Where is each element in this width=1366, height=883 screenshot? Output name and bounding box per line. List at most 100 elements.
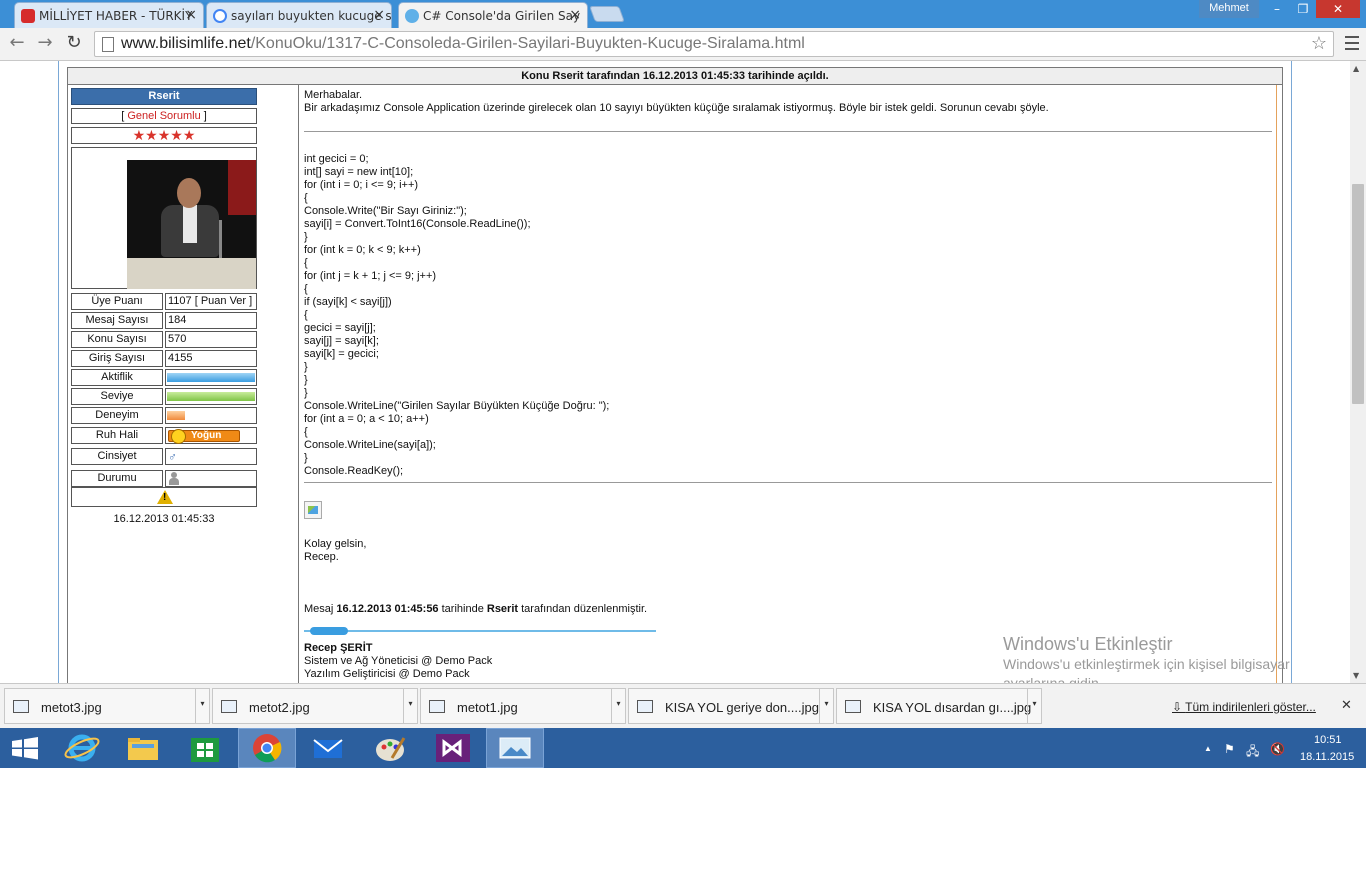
file-explorer-taskbar[interactable] xyxy=(114,728,172,768)
code-line: { xyxy=(304,192,308,204)
download-dropdown-icon[interactable]: ▾ xyxy=(819,689,833,723)
post-date: 16.12.2013 01:45:33 xyxy=(113,513,215,525)
clock-time[interactable]: 10:51 xyxy=(1314,734,1342,746)
code-line: { xyxy=(304,257,308,269)
broken-image-icon xyxy=(304,501,322,519)
store-icon xyxy=(191,738,219,762)
back-icon[interactable]: ← xyxy=(6,32,28,54)
visual-studio-icon xyxy=(436,734,470,762)
download-arrow-icon: ⇩ xyxy=(1172,700,1186,714)
close-shelf-icon[interactable]: ✕ xyxy=(1341,698,1352,713)
report-warning-button[interactable]: ! xyxy=(71,487,257,507)
tab-milliyet[interactable]: MİLLİYET HABER - TÜRKİY × xyxy=(14,2,204,28)
code-line: int[] sayi = new int[10]; xyxy=(304,166,414,178)
offline-user-icon xyxy=(169,472,179,485)
chrome-icon xyxy=(253,734,282,763)
stat-value: 184 xyxy=(165,312,257,329)
volume-muted-icon[interactable]: 🔇 xyxy=(1270,742,1285,756)
male-icon: ♂ xyxy=(168,450,177,464)
visual-studio-taskbar[interactable] xyxy=(424,728,482,768)
warning-mark: ! xyxy=(163,492,167,503)
network-icon[interactable]: 🖧 xyxy=(1246,742,1259,763)
role-text: Genel Sorumlu xyxy=(127,110,201,122)
stat-row-gender: Cinsiyet ♂ xyxy=(71,448,257,465)
stat-label: Cinsiyet xyxy=(71,448,163,465)
download-dropdown-icon[interactable]: ▾ xyxy=(611,689,625,723)
download-item[interactable]: metot2.jpg ▾ xyxy=(212,688,418,724)
download-item[interactable]: metot1.jpg ▾ xyxy=(420,688,626,724)
avatar[interactable] xyxy=(127,160,256,289)
scrollbar-thumb[interactable] xyxy=(1352,184,1364,404)
stat-row-activity: Aktiflik xyxy=(71,369,257,386)
code-line: Console.ReadKey(); xyxy=(304,465,404,477)
new-tab-button[interactable] xyxy=(589,6,625,22)
code-line: { xyxy=(304,283,308,295)
code-line: for (int i = 0; i <= 9; i++) xyxy=(304,179,419,191)
level-bar xyxy=(165,388,257,405)
folder-icon xyxy=(128,738,158,760)
download-filename: metot2.jpg xyxy=(249,700,310,715)
stat-row-experience: Deneyim xyxy=(71,407,257,424)
forward-icon[interactable]: → xyxy=(34,32,56,54)
url-path: /KonuOku/1317-C-Consoleda-Girilen-Sayila… xyxy=(250,35,805,52)
start-button[interactable] xyxy=(0,728,58,768)
code-line: } xyxy=(304,361,308,373)
signature-short: Recep. xyxy=(304,551,339,563)
rank-stars-icon: ★★★★★ xyxy=(71,127,257,144)
close-window-button[interactable]: ✕ xyxy=(1316,0,1360,18)
chrome-taskbar[interactable] xyxy=(238,728,296,768)
content-border xyxy=(1276,85,1277,683)
tab-close-icon[interactable]: × xyxy=(373,7,385,23)
watermark-line: Windows'u etkinleştirmek için kişisel bi… xyxy=(1003,656,1290,672)
download-item[interactable]: KISA YOL geriye don....jpg ▾ xyxy=(628,688,834,724)
download-dropdown-icon[interactable]: ▾ xyxy=(195,689,209,723)
download-filename: metot3.jpg xyxy=(41,700,102,715)
stat-label: Mesaj Sayısı xyxy=(71,312,163,329)
download-item[interactable]: KISA YOL dısardan gı....jpg ▾ xyxy=(836,688,1042,724)
code-line: for (int a = 0; a < 10; a++) xyxy=(304,413,429,425)
show-hidden-icons-icon[interactable]: ▲ xyxy=(1204,744,1212,753)
store-taskbar[interactable] xyxy=(176,728,234,768)
tab-close-icon[interactable]: × xyxy=(185,7,197,23)
experience-bar xyxy=(165,407,257,424)
mood-value: Yoğun xyxy=(165,427,257,444)
show-all-downloads-link[interactable]: ⇩ Tüm indirilenleri göster... xyxy=(1172,700,1316,714)
maximize-button[interactable]: ❐ xyxy=(1290,0,1316,18)
image-file-icon xyxy=(429,700,445,713)
code-line: int gecici = 0; xyxy=(304,153,369,165)
show-all-text: Tüm indirilenleri göster... xyxy=(1185,700,1316,714)
reload-icon[interactable]: ↻ xyxy=(63,32,85,54)
action-center-flag-icon[interactable]: ⚑ xyxy=(1224,742,1235,756)
profile-button[interactable]: Mehmet xyxy=(1199,0,1259,18)
tab-close-icon[interactable]: × xyxy=(569,7,581,23)
page-scrollbar[interactable]: ▲ ▼ xyxy=(1350,61,1366,683)
address-bar[interactable]: www.bilisimlife.net/KonuOku/1317-C-Conso… xyxy=(94,31,1334,57)
scroll-up-icon[interactable]: ▲ xyxy=(1353,64,1359,73)
username-link[interactable]: Rserit xyxy=(71,88,257,105)
closing-text: Kolay gelsin, xyxy=(304,538,367,550)
mail-taskbar[interactable] xyxy=(300,728,358,768)
internet-explorer-taskbar[interactable] xyxy=(54,728,112,768)
gender-value: ♂ xyxy=(165,448,257,465)
download-item[interactable]: metot3.jpg ▾ xyxy=(4,688,210,724)
topic-header: Konu Rserit tarafından 16.12.2013 01:45:… xyxy=(67,67,1283,85)
download-dropdown-icon[interactable]: ▾ xyxy=(1027,689,1041,723)
download-dropdown-icon[interactable]: ▾ xyxy=(403,689,417,723)
tab-current[interactable]: C# Console'da Girilen Say × xyxy=(398,2,588,28)
stat-value[interactable]: 1107 [ Puan Ver ] xyxy=(165,293,257,310)
status-value xyxy=(165,470,257,487)
minimize-button[interactable]: – xyxy=(1264,0,1290,18)
clock-date[interactable]: 18.11.2015 xyxy=(1300,751,1354,763)
bookmark-star-icon[interactable]: ☆ xyxy=(1311,33,1327,54)
code-line: } xyxy=(304,387,308,399)
paint-taskbar[interactable] xyxy=(362,728,420,768)
chrome-menu-icon[interactable] xyxy=(1342,32,1362,54)
image-file-icon xyxy=(637,700,653,713)
tab-google[interactable]: sayıları buyukten kucuge s × xyxy=(206,2,392,28)
tab-title: MİLLİYET HABER - TÜRKİY xyxy=(39,9,193,23)
photo-viewer-taskbar[interactable] xyxy=(486,728,544,768)
paint-icon xyxy=(376,737,406,761)
taskbar: ▲ ⚑ 🖧 🔇 10:51 18.11.2015 xyxy=(0,728,1366,768)
scroll-down-icon[interactable]: ▼ xyxy=(1353,671,1359,680)
experience-bar-fill xyxy=(167,411,185,420)
